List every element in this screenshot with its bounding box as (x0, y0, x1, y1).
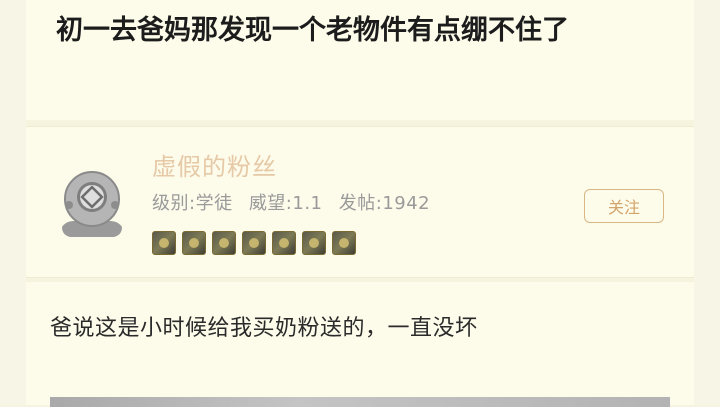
post-body-text: 爸说这是小时候给我买奶粉送的，一直没坏 (50, 316, 478, 341)
diver-helmet-avatar-icon (62, 171, 122, 237)
user-prestige: 威望:1.1 (248, 193, 323, 214)
medal-icon[interactable] (212, 231, 236, 255)
post-body-card: 爸说这是小时候给我买奶粉送的，一直没坏 (26, 282, 694, 407)
medal-icon[interactable] (182, 231, 206, 255)
user-level: 级别:学徒 (152, 193, 233, 214)
post-title: 初一去爸妈那发现一个老物件有点绷不住了 (56, 15, 569, 46)
post-image[interactable] (50, 397, 670, 407)
right-frame (694, 0, 720, 405)
user-post-count: 发帖:1942 (338, 193, 431, 214)
user-meta: 级别:学徒 威望:1.1 发帖:1942 (152, 189, 440, 215)
medal-list (152, 231, 356, 255)
medal-icon[interactable] (302, 231, 326, 255)
author-card: 虚假的粉丝 级别:学徒 威望:1.1 发帖:1942 关注 (26, 126, 694, 278)
follow-button[interactable]: 关注 (584, 189, 664, 223)
medal-icon[interactable] (242, 231, 266, 255)
post-title-card: 初一去爸妈那发现一个老物件有点绷不住了 (26, 0, 694, 120)
username[interactable]: 虚假的粉丝 (152, 147, 277, 182)
medal-icon[interactable] (272, 231, 296, 255)
avatar[interactable] (52, 165, 132, 245)
medal-icon[interactable] (332, 231, 356, 255)
medal-icon[interactable] (152, 231, 176, 255)
left-frame (0, 0, 26, 405)
